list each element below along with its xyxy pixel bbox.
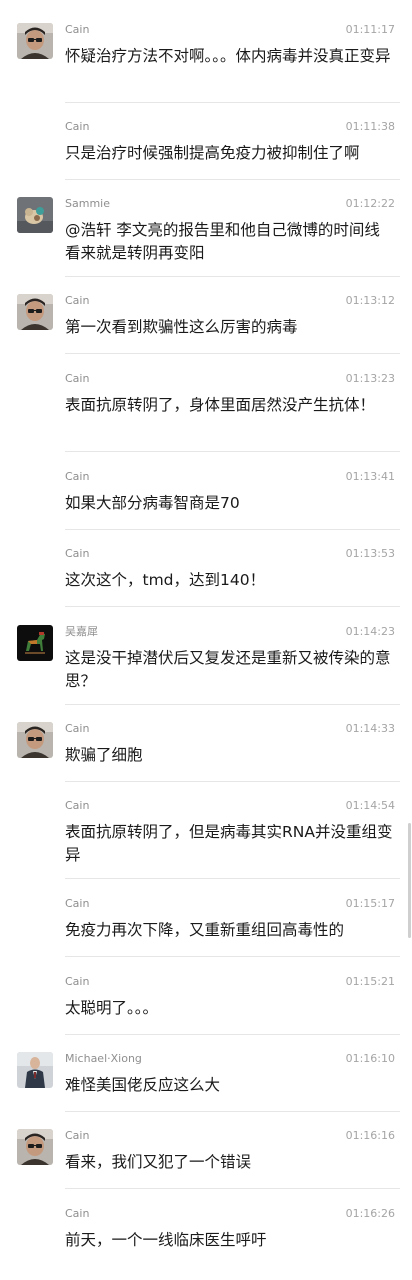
message-timestamp: 01:13:41 [345, 470, 395, 483]
avatar-cain[interactable] [17, 23, 53, 59]
chat-message[interactable]: Cain 01:13:12 第一次看到欺骗性这么厉害的病毒 [0, 294, 412, 354]
sender-name[interactable]: Cain [65, 1129, 89, 1143]
sender-name[interactable]: Cain [65, 1207, 89, 1221]
message-text: @浩轩 李文亮的报告里和他自己微博的时间线看来就是转阴再变阳 [65, 221, 380, 262]
sender-name[interactable]: Cain [65, 799, 89, 813]
message-divider [65, 529, 400, 530]
message-timestamp: 01:13:53 [345, 547, 395, 560]
message-text: 这次这个，tmd，达到140！ [65, 571, 266, 589]
avatar-cain[interactable] [17, 1129, 53, 1165]
message-text: 前天，一个一线临床医生呼吁 [65, 1231, 267, 1249]
message-timestamp: 01:15:17 [345, 897, 395, 910]
message-timestamp: 01:11:17 [345, 23, 395, 36]
avatar-horse[interactable] [17, 625, 53, 661]
message-text: 免疫力再次下降，又重新重组回高毒性的 [65, 921, 345, 939]
message-text: 怀疑治疗方法不对啊。。。体内病毒并没真正变异 [65, 47, 391, 65]
message-divider [65, 781, 400, 782]
sender-name[interactable]: Cain [65, 23, 89, 37]
avatar-sammie[interactable] [17, 197, 53, 233]
message-timestamp: 01:14:54 [345, 799, 395, 812]
message-text: 只是治疗时候强制提高免疫力被抑制住了啊 [65, 144, 360, 162]
chat-message[interactable]: Cain 01:14:54 表面抗原转阴了，但是病毒其实RNA并没重组变异 [0, 799, 412, 879]
message-timestamp: 01:13:12 [345, 294, 395, 307]
avatar-cain[interactable] [17, 294, 53, 330]
message-timestamp: 01:16:10 [345, 1052, 395, 1065]
sender-name[interactable]: Cain [65, 975, 89, 989]
message-divider [65, 704, 400, 705]
sender-name[interactable]: 吴嘉犀 [65, 625, 98, 639]
message-timestamp: 01:14:23 [345, 625, 395, 638]
message-divider [65, 451, 400, 452]
chat-message[interactable]: Sammie 01:12:22 @浩轩 李文亮的报告里和他自己微博的时间线看来就… [0, 197, 412, 277]
message-timestamp: 01:16:16 [345, 1129, 395, 1142]
sender-name[interactable]: Cain [65, 722, 89, 736]
message-text: 表面抗原转阴了，但是病毒其实RNA并没重组变异 [65, 823, 393, 864]
message-timestamp: 01:11:38 [345, 120, 395, 133]
avatar-cain[interactable] [17, 722, 53, 758]
chat-message[interactable]: Cain 01:11:17 怀疑治疗方法不对啊。。。体内病毒并没真正变异 [0, 23, 412, 103]
chat-message[interactable]: Cain 01:13:23 表面抗原转阴了，身体里面居然没产生抗体！ [0, 372, 412, 452]
sender-name[interactable]: Cain [65, 897, 89, 911]
chat-message[interactable]: Cain 01:15:21 太聪明了。。。 [0, 975, 412, 1035]
message-timestamp: 01:16:26 [345, 1207, 395, 1220]
message-timestamp: 01:13:23 [345, 372, 395, 385]
message-divider [65, 878, 400, 879]
chat-message[interactable]: Cain 01:16:16 看来，我们又犯了一个错误 [0, 1129, 412, 1189]
message-text: 表面抗原转阴了，身体里面居然没产生抗体！ [65, 396, 376, 414]
sender-name[interactable]: Sammie [65, 197, 110, 211]
chat-message-list[interactable]: Cain 01:11:17 怀疑治疗方法不对啊。。。体内病毒并没真正变异 Cai… [0, 0, 412, 1280]
scrollbar-thumb[interactable] [408, 823, 411, 938]
avatar-michael[interactable] [17, 1052, 53, 1088]
message-text: 太聪明了。。。 [65, 999, 159, 1017]
message-text: 如果大部分病毒智商是70 [65, 494, 240, 512]
sender-name[interactable]: Cain [65, 547, 89, 561]
message-divider [65, 956, 400, 957]
message-timestamp: 01:14:33 [345, 722, 395, 735]
message-divider [65, 1111, 400, 1112]
message-text: 难怪美国佬反应这么大 [65, 1076, 221, 1094]
chat-message[interactable]: Cain 01:14:33 欺骗了细胞 [0, 722, 412, 782]
chat-message[interactable]: Michael·Xiong 01:16:10 难怪美国佬反应这么大 [0, 1052, 412, 1112]
chat-message[interactable]: 吴嘉犀 01:14:23 这是没干掉潜伏后又复发还是重新又被传染的意思？ [0, 625, 412, 705]
message-timestamp: 01:12:22 [345, 197, 395, 210]
message-divider [65, 606, 400, 607]
message-divider [65, 179, 400, 180]
message-text: 欺骗了细胞 [65, 746, 143, 764]
message-divider [65, 102, 400, 103]
chat-message[interactable]: Cain 01:11:38 只是治疗时候强制提高免疫力被抑制住了啊 [0, 120, 412, 180]
chat-message[interactable]: Cain 01:15:17 免疫力再次下降，又重新重组回高毒性的 [0, 897, 412, 957]
message-divider [65, 353, 400, 354]
message-divider [65, 1034, 400, 1035]
chat-message[interactable]: Cain 01:13:53 这次这个，tmd，达到140！ [0, 547, 412, 607]
sender-name[interactable]: Cain [65, 372, 89, 386]
sender-name[interactable]: Cain [65, 294, 89, 308]
sender-name[interactable]: Michael·Xiong [65, 1052, 142, 1066]
chat-message[interactable]: Cain 01:13:41 如果大部分病毒智商是70 [0, 470, 412, 530]
chat-message[interactable]: Cain 01:16:26 前天，一个一线临床医生呼吁 [0, 1207, 412, 1267]
sender-name[interactable]: Cain [65, 120, 89, 134]
message-divider [65, 276, 400, 277]
message-text: 第一次看到欺骗性这么厉害的病毒 [65, 318, 298, 336]
sender-name[interactable]: Cain [65, 470, 89, 484]
message-divider [65, 1188, 400, 1189]
message-text: 这是没干掉潜伏后又复发还是重新又被传染的意思？ [65, 649, 391, 690]
message-text: 看来，我们又犯了一个错误 [65, 1153, 252, 1171]
message-timestamp: 01:15:21 [345, 975, 395, 988]
